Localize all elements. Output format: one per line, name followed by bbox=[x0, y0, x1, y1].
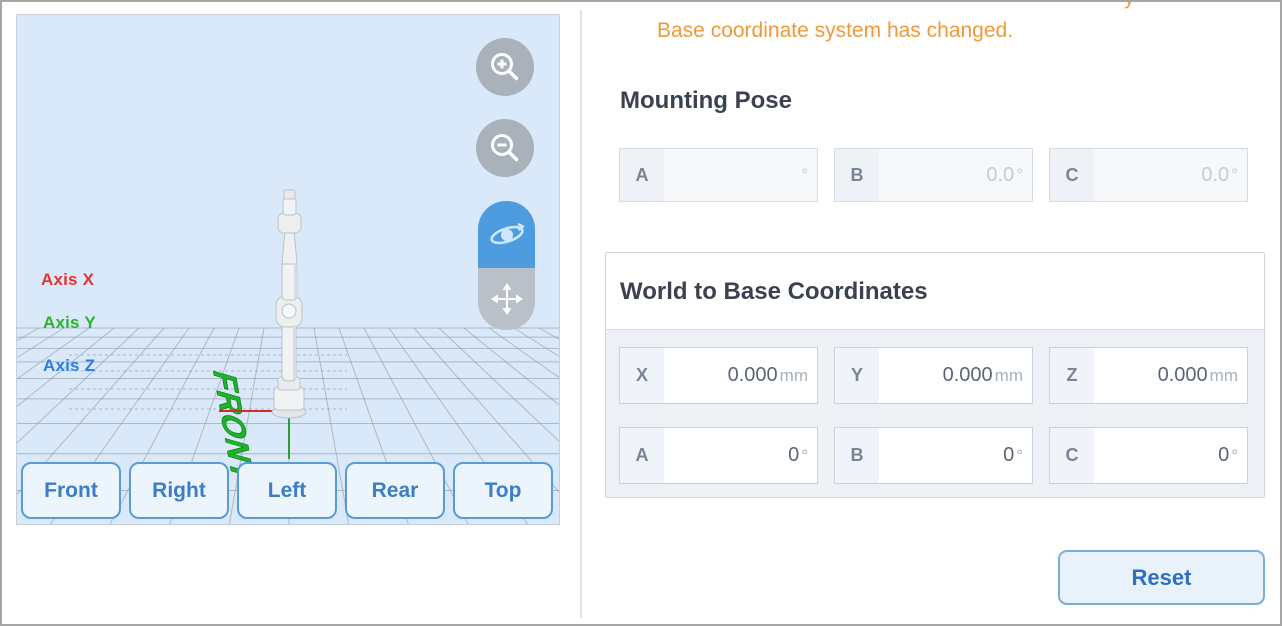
mounting-a-label: A bbox=[620, 149, 664, 201]
world-z-field[interactable]: Z 0.000mm bbox=[1049, 347, 1248, 404]
view-front-button[interactable]: Front bbox=[21, 462, 121, 519]
world-c-value: 0 bbox=[1218, 444, 1229, 467]
world-z-unit: mm bbox=[1210, 366, 1238, 386]
world-x-unit: mm bbox=[780, 366, 808, 386]
axis-y-label: Axis Y bbox=[43, 313, 96, 333]
robot-arm-model bbox=[272, 190, 306, 418]
mounting-pose-title: Mounting Pose bbox=[620, 87, 792, 115]
world-a-value: 0 bbox=[788, 444, 799, 467]
world-b-unit: ° bbox=[1016, 446, 1023, 466]
mounting-b-value: 0.0 bbox=[986, 164, 1014, 187]
zoom-in-button[interactable] bbox=[476, 38, 534, 96]
world-x-field[interactable]: X 0.000mm bbox=[619, 347, 818, 404]
world-z-value: 0.000 bbox=[1158, 364, 1208, 387]
mounting-c-label: C bbox=[1050, 149, 1094, 201]
magnifier-plus-icon bbox=[487, 49, 523, 85]
panel-divider bbox=[580, 10, 582, 618]
mounting-a-field: A ° bbox=[619, 148, 818, 202]
axis-z-label: Axis Z bbox=[43, 356, 95, 376]
world-y-value: 0.000 bbox=[943, 364, 993, 387]
robot-3d-viewport[interactable]: FRONT Axis X Axis Y bbox=[16, 14, 560, 525]
zoom-out-button[interactable] bbox=[476, 119, 534, 177]
view-top-button[interactable]: Top bbox=[453, 462, 553, 519]
world-a-field[interactable]: A 0° bbox=[619, 427, 818, 484]
axis-x-label: Axis X bbox=[41, 270, 94, 290]
world-b-value: 0 bbox=[1003, 444, 1014, 467]
robot-settings-page: FRONT Axis X Axis Y bbox=[0, 0, 1282, 626]
view-right-button[interactable]: Right bbox=[129, 462, 229, 519]
reset-button[interactable]: Reset bbox=[1058, 550, 1265, 605]
world-c-field[interactable]: C 0° bbox=[1049, 427, 1248, 484]
world-z-label: Z bbox=[1050, 348, 1094, 403]
pan-view-button[interactable] bbox=[478, 268, 535, 330]
world-c-unit: ° bbox=[1231, 446, 1238, 466]
mounting-c-unit: ° bbox=[1231, 165, 1238, 185]
world-b-label: B bbox=[835, 428, 879, 483]
world-c-label: C bbox=[1050, 428, 1094, 483]
world-to-base-title: World to Base Coordinates bbox=[620, 278, 928, 306]
mounting-c-value: 0.0 bbox=[1201, 164, 1229, 187]
world-x-value: 0.000 bbox=[728, 364, 778, 387]
move-arrows-icon bbox=[488, 280, 526, 318]
rotate-view-button[interactable] bbox=[478, 201, 535, 268]
world-y-label: Y bbox=[835, 348, 879, 403]
mounting-b-unit: ° bbox=[1016, 165, 1023, 185]
mounting-b-label: B bbox=[835, 149, 879, 201]
warning-message: Base coordinate system has changed. bbox=[657, 19, 1013, 43]
magnifier-minus-icon bbox=[487, 130, 523, 166]
world-y-unit: mm bbox=[995, 366, 1023, 386]
orbit-rotate-icon bbox=[486, 218, 528, 252]
world-y-field[interactable]: Y 0.000mm bbox=[834, 347, 1033, 404]
view-rear-button[interactable]: Rear bbox=[345, 462, 445, 519]
mounting-b-field: B 0.0° bbox=[834, 148, 1033, 202]
view-left-button[interactable]: Left bbox=[237, 462, 337, 519]
world-x-label: X bbox=[620, 348, 664, 403]
world-b-field[interactable]: B 0° bbox=[834, 427, 1033, 484]
world-a-unit: ° bbox=[801, 446, 808, 466]
warning-clipped-line: y bbox=[1124, 0, 1135, 10]
view-mode-toggle bbox=[478, 201, 535, 330]
mounting-a-unit: ° bbox=[801, 165, 808, 185]
mounting-c-field: C 0.0° bbox=[1049, 148, 1248, 202]
world-a-label: A bbox=[620, 428, 664, 483]
